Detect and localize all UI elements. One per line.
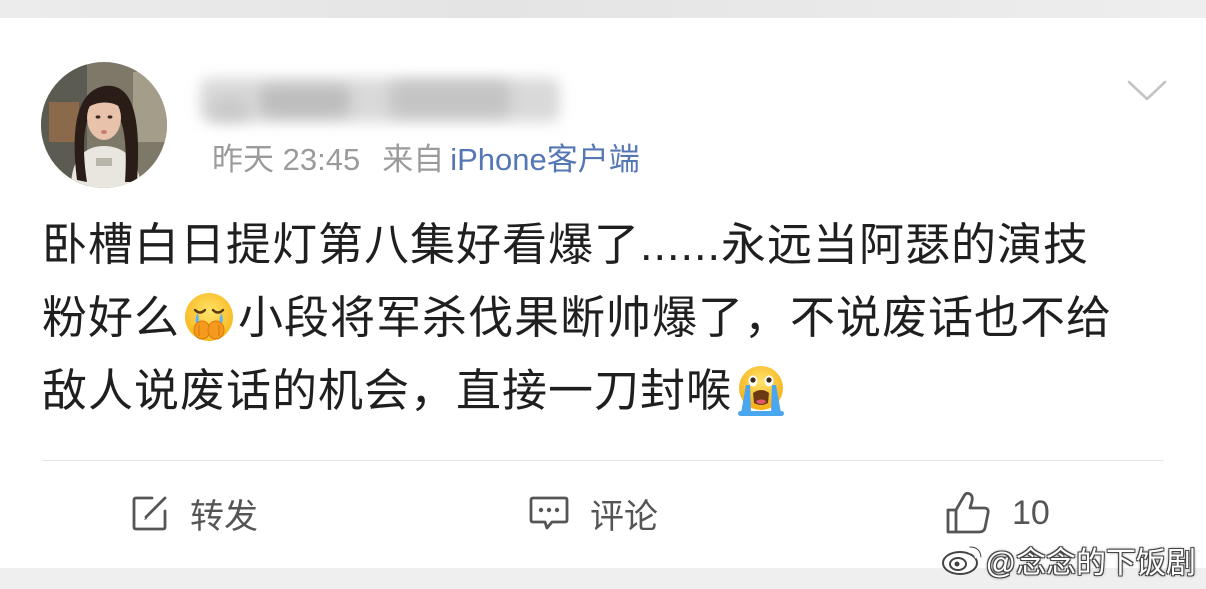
post-meta: 昨天 23:45 来自 iPhone客户端 bbox=[212, 140, 640, 180]
watermark-text: @念念的下饭剧 bbox=[985, 547, 1196, 580]
source-link[interactable]: iPhone客户端 bbox=[450, 142, 640, 177]
weibo-logo-icon bbox=[940, 543, 984, 577]
loudly-crying-emoji bbox=[734, 363, 788, 417]
comment-icon bbox=[528, 493, 570, 533]
post-text: 卧槽白日提灯第八集好看爆了......永远当阿瑟的演技 粉好么 小段将军杀伐果断… bbox=[42, 208, 1182, 427]
username-blurred[interactable] bbox=[200, 68, 570, 134]
post-text-line: 敌人说废话的机会，直接一刀封喉 bbox=[42, 354, 1182, 427]
post-text-segment: 小段将军杀伐果断帅爆了，不说废话也不给 bbox=[238, 292, 1113, 343]
watermark: @念念的下饭剧 bbox=[940, 540, 1196, 580]
source-prefix: 来自 bbox=[382, 142, 445, 177]
divider bbox=[42, 460, 1164, 461]
repost-icon bbox=[130, 493, 170, 533]
post-text-segment: 卧槽白日提灯第八集好看爆了......永远当阿瑟的演技 bbox=[42, 219, 1090, 270]
comment-label: 评论 bbox=[590, 497, 658, 536]
repost-label: 转发 bbox=[190, 497, 258, 536]
thumbs-up-icon bbox=[944, 490, 992, 536]
post-text-segment: 粉好么 bbox=[42, 292, 181, 343]
repost-button[interactable]: 转发 bbox=[130, 490, 258, 536]
post-text-segment: 敌人说废话的机会，直接一刀封喉 bbox=[42, 365, 733, 416]
post-time: 昨天 23:45 bbox=[212, 142, 361, 177]
crying-covering-mouth-emoji bbox=[182, 290, 236, 344]
comment-button[interactable]: 评论 bbox=[528, 490, 658, 536]
chevron-down-icon[interactable] bbox=[1126, 78, 1168, 104]
avatar[interactable] bbox=[41, 62, 167, 188]
top-strip bbox=[0, 0, 1206, 18]
post-text-line: 粉好么 小段将军杀伐果断帅爆了，不说废话也不给 bbox=[42, 281, 1182, 354]
like-button[interactable]: 10 bbox=[944, 490, 1050, 536]
like-count: 10 bbox=[1012, 493, 1050, 532]
post-text-line: 卧槽白日提灯第八集好看爆了......永远当阿瑟的演技 bbox=[42, 208, 1182, 281]
